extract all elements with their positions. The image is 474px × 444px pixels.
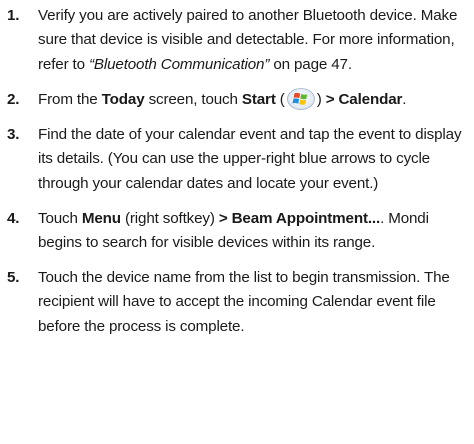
cross-reference: “Bluetooth Communication” (88, 55, 270, 73)
paren-close: ) (316, 90, 326, 108)
step-text: screen, touch (144, 90, 242, 108)
step-text: From the (38, 90, 102, 108)
step-number: 5. (7, 269, 20, 287)
step-2: 2. From the Today screen, touch Start ( … (0, 87, 474, 112)
instruction-steps: 1. Verify you are actively paired to ano… (0, 0, 474, 339)
step-number: 3. (7, 125, 20, 143)
step-5: 5. Touch the device name from the list t… (0, 266, 474, 339)
step-number: 1. (7, 7, 20, 24)
step-text: on page 47. (269, 55, 352, 73)
windows-start-icon (286, 87, 315, 110)
today-label: Today (101, 90, 145, 108)
step-1: 1. Verify you are actively paired to ano… (0, 4, 474, 77)
step-text: (right softkey) (120, 209, 219, 227)
step-3: 3. Find the date of your calendar event … (0, 123, 474, 196)
menu-label: Menu (81, 209, 121, 227)
step-number: 4. (7, 209, 20, 227)
step-text: Find the date of your calendar event and… (38, 125, 462, 192)
step-4: 4. Touch Menu (right softkey) > Beam App… (0, 207, 474, 256)
step-number: 2. (7, 90, 20, 108)
step-text: Touch the device name from the list to b… (38, 269, 450, 335)
start-label: Start (241, 90, 276, 108)
paren-open: ( (275, 90, 285, 108)
step-text: . (402, 90, 407, 108)
step-text: Touch (38, 209, 82, 227)
calendar-path: > Calendar (325, 90, 403, 108)
beam-appointment-path: > Beam Appointment... (218, 209, 381, 227)
